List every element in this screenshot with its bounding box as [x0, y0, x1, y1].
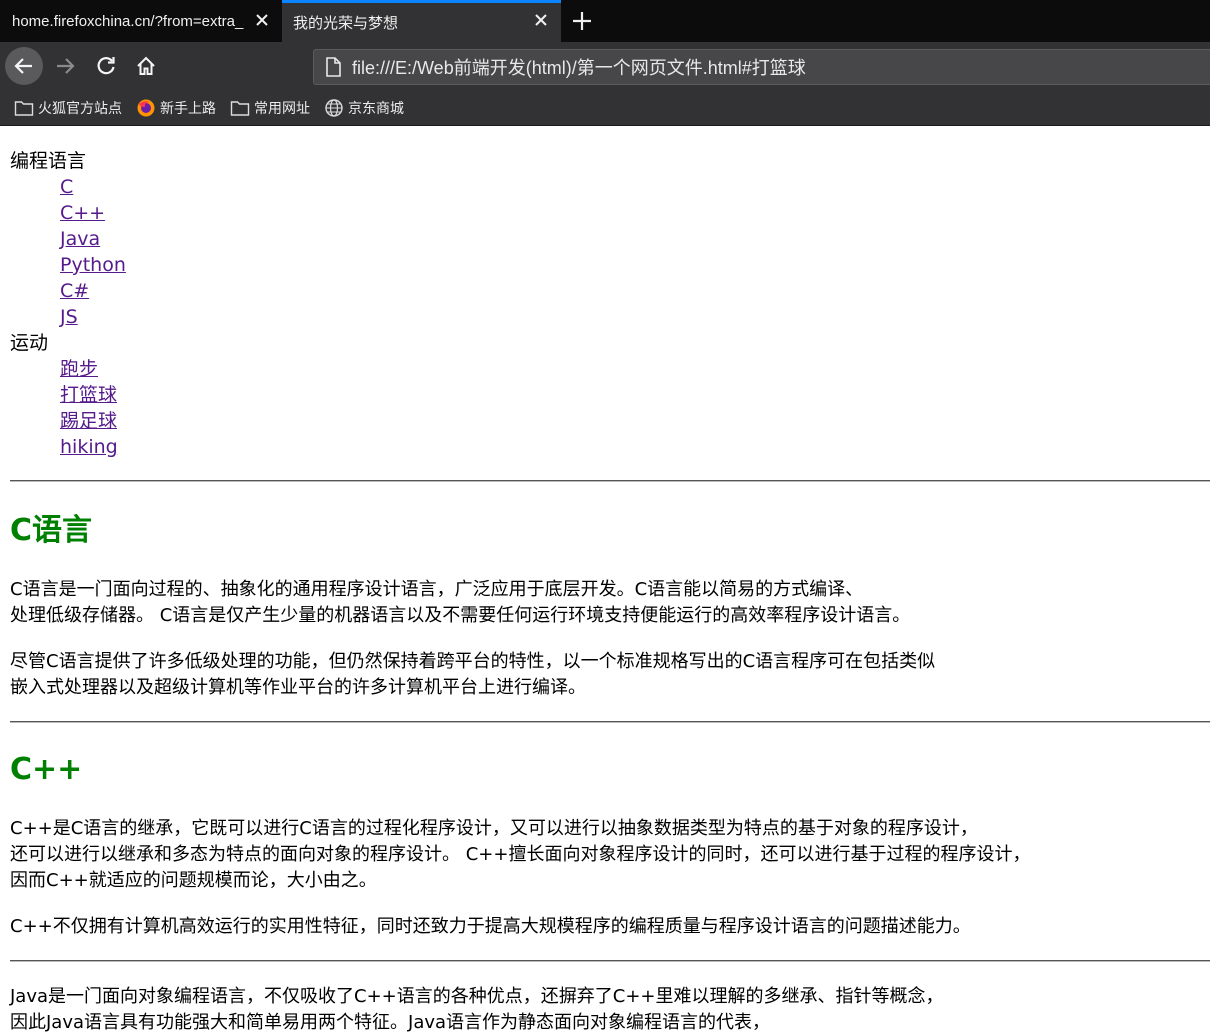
- link-c[interactable]: C: [60, 176, 73, 198]
- text-line: Java是一门面向对象编程语言，不仅吸收了C++语言的各种优点，还摒弃了C++里…: [10, 986, 944, 1007]
- reload-icon: [97, 57, 115, 75]
- link-js[interactable]: JS: [60, 306, 78, 328]
- bookmark-label: 京东商城: [348, 99, 404, 116]
- text-line: C语言是一门面向过程的、抽象化的通用程序设计语言，广泛应用于底层开发。C语言能以…: [10, 579, 864, 600]
- link-cpp[interactable]: C++: [60, 202, 105, 224]
- close-tab-icon[interactable]: [529, 8, 553, 32]
- tab-home-firefoxchina[interactable]: home.firefoxchina.cn/?from=extra_start: [0, 0, 282, 42]
- bookmark-label: 新手上路: [160, 99, 216, 116]
- link-java[interactable]: Java: [60, 228, 100, 250]
- text-line: C++是C语言的继承，它既可以进行C语言的过程化程序设计，又可以进行以抽象数据类…: [10, 818, 978, 839]
- divider: [10, 721, 1210, 723]
- divider: [10, 960, 1210, 962]
- sports-title: 运动: [10, 332, 49, 354]
- section-heading-c: C语言: [10, 513, 93, 548]
- link-running[interactable]: 跑步: [60, 358, 98, 380]
- link-basketball[interactable]: 打篮球: [60, 384, 117, 406]
- paragraph: C++不仅拥有计算机高效运行的实用性特征，同时还致力于提高大规模程序的编程质量与…: [10, 914, 1210, 940]
- bookmark-firefox-official[interactable]: 火狐官方站点: [14, 98, 122, 118]
- bookmark-common-sites[interactable]: 常用网址: [230, 98, 310, 118]
- reload-button[interactable]: [88, 48, 124, 84]
- navigation-toolbar: file:///E:/Web前端开发(html)/第一个网页文件.html#打篮…: [0, 42, 1210, 90]
- text-line: 尽管C语言提供了许多低级处理的功能，但仍然保持着跨平台的特性，以一个标准规格写出…: [10, 651, 936, 672]
- paragraph: Java是一门面向对象编程语言，不仅吸收了C++语言的各种优点，还摒弃了C++里…: [10, 984, 1210, 1036]
- url-text: file:///E:/Web前端开发(html)/第一个网页文件.html#打篮…: [352, 58, 806, 78]
- tab-title: home.firefoxchina.cn/?from=extra_start: [12, 12, 244, 30]
- text-line: 因此Java语言具有功能强大和简单易用两个特征。Java语言作为静态面向对象编程…: [10, 1012, 771, 1033]
- page-document-icon: [326, 57, 341, 77]
- paragraph: C语言是一门面向过程的、抽象化的通用程序设计语言，广泛应用于底层开发。C语言能以…: [10, 577, 1210, 629]
- bookmark-jd-mall[interactable]: 京东商城: [324, 98, 404, 118]
- paragraph: C++是C语言的继承，它既可以进行C语言的过程化程序设计，又可以进行以抽象数据类…: [10, 816, 1210, 894]
- navigation-list: 编程语言 C C++ Java Python C# JS 运动 跑步 打篮球 踢…: [10, 148, 1210, 460]
- folder-icon: [14, 100, 34, 116]
- section-java: Java是一门面向对象编程语言，不仅吸收了C++语言的各种优点，还摒弃了C++里…: [10, 984, 1210, 1036]
- bookmark-label: 常用网址: [254, 99, 310, 116]
- bookmark-label: 火狐官方站点: [38, 99, 122, 116]
- link-python[interactable]: Python: [60, 254, 126, 276]
- text-line: 还可以进行以继承和多态为特点的面向对象的程序设计。 C++擅长面向对象程序设计的…: [10, 844, 1031, 865]
- text-line: C++不仅拥有计算机高效运行的实用性特征，同时还致力于提高大规模程序的编程质量与…: [10, 916, 971, 937]
- close-tab-icon[interactable]: [250, 8, 274, 32]
- bookmarks-toolbar: 火狐官方站点 新手上路 常用网址 京东商城: [0, 90, 1210, 126]
- section-c-language: C语言 C语言是一门面向过程的、抽象化的通用程序设计语言，广泛应用于底层开发。C…: [10, 514, 1210, 723]
- forward-button[interactable]: [47, 48, 83, 84]
- home-icon: [137, 56, 155, 75]
- programming-languages-title: 编程语言: [10, 150, 87, 172]
- back-button[interactable]: [5, 47, 43, 85]
- folder-icon: [230, 100, 250, 116]
- tab-my-glory-and-dream[interactable]: 我的光荣与梦想: [282, 0, 561, 42]
- tab-strip: home.firefoxchina.cn/?from=extra_start 我…: [0, 0, 1210, 42]
- firefox-icon: [137, 99, 155, 116]
- text-line: 因而C++就适应的问题规模而论，大小由之。: [10, 870, 377, 891]
- bookmark-getting-started[interactable]: 新手上路: [136, 98, 216, 118]
- forward-arrow-icon: [57, 58, 75, 74]
- new-tab-plus-icon[interactable]: [566, 5, 598, 37]
- section-heading-cpp: C++: [10, 752, 83, 787]
- globe-icon: [325, 98, 343, 117]
- link-csharp[interactable]: C#: [60, 280, 89, 302]
- link-hiking[interactable]: hiking: [60, 436, 118, 458]
- link-football[interactable]: 踢足球: [60, 410, 117, 432]
- back-arrow-icon: [14, 58, 32, 74]
- text-line: 嵌入式处理器以及超级计算机等作业平台的许多计算机平台上进行编译。: [10, 677, 586, 698]
- text-line: 处理低级存储器。 C语言是仅产生少量的机器语言以及不需要任何运行环境支持便能运行…: [10, 605, 911, 626]
- page-content: 编程语言 C C++ Java Python C# JS 运动 跑步 打篮球 踢…: [0, 148, 1210, 1036]
- paragraph: 尽管C语言提供了许多低级处理的功能，但仍然保持着跨平台的特性，以一个标准规格写出…: [10, 649, 1210, 701]
- section-cpp: C++ C++是C语言的继承，它既可以进行C语言的过程化程序设计，又可以进行以抽…: [10, 753, 1210, 962]
- tab-title: 我的光荣与梦想: [293, 15, 399, 32]
- divider: [10, 480, 1210, 482]
- address-bar[interactable]: file:///E:/Web前端开发(html)/第一个网页文件.html#打篮…: [313, 49, 1210, 85]
- home-button[interactable]: [128, 48, 164, 84]
